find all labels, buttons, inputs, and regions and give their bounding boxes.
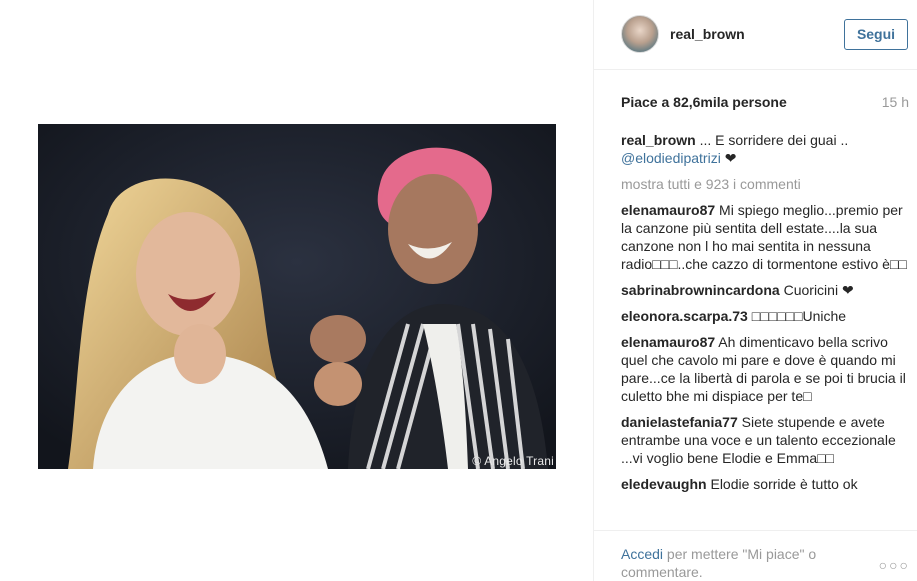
comment: elenamauro87 Ah dimenticavo bella scrivo… bbox=[621, 333, 909, 405]
photo-credit: © Angelo Trani bbox=[472, 454, 554, 468]
post-footer: Accedi per mettere "Mi piace" o commenta… bbox=[594, 530, 917, 581]
caption-text: ... E sorridere dei guai .. bbox=[695, 132, 849, 148]
comment-username[interactable]: elenamauro87 bbox=[621, 334, 715, 350]
likes-count[interactable]: Piace a 82,6mila persone bbox=[621, 94, 787, 110]
author-username[interactable]: real_brown bbox=[670, 26, 745, 42]
comment-list: real_brown ... E sorridere dei guai .. @e… bbox=[621, 131, 909, 526]
load-more-comments[interactable]: mostra tutti e 923 i commenti bbox=[621, 175, 909, 193]
caption-username[interactable]: real_brown bbox=[621, 132, 696, 148]
comment-username[interactable]: eleonora.scarpa.73 bbox=[621, 308, 748, 324]
likes-row: Piace a 82,6mila persone 15 h bbox=[621, 94, 909, 112]
post-sidebar: real_brown Segui Piace a 82,6mila person… bbox=[593, 0, 917, 581]
caption-mention[interactable]: @elodiedipatrizi bbox=[621, 150, 721, 166]
post-time[interactable]: 15 h bbox=[882, 94, 909, 110]
login-prompt: Accedi per mettere "Mi piace" o commenta… bbox=[621, 545, 861, 581]
comment: eleonora.scarpa.73 □□□□□□Uniche bbox=[621, 307, 909, 325]
caption-heart: ❤ bbox=[720, 150, 737, 166]
comment-username[interactable]: elenamauro87 bbox=[621, 202, 715, 218]
photo-illustration bbox=[38, 124, 556, 469]
caption: real_brown ... E sorridere dei guai .. @e… bbox=[621, 131, 909, 167]
comment-text: Elodie sorride è tutto ok bbox=[706, 476, 858, 492]
post-header: real_brown Segui bbox=[594, 0, 917, 70]
post-photo[interactable]: © Angelo Trani bbox=[38, 124, 556, 469]
more-options-icon[interactable]: ○○○ bbox=[879, 557, 910, 573]
comment-username[interactable]: eledevaughn bbox=[621, 476, 707, 492]
login-link[interactable]: Accedi bbox=[621, 546, 663, 562]
comment: elenamauro87 Mi spiego meglio...premio p… bbox=[621, 201, 909, 273]
follow-button[interactable]: Segui bbox=[844, 19, 908, 50]
comment-text: Cuoricini ❤ bbox=[779, 282, 854, 298]
avatar[interactable] bbox=[621, 15, 659, 53]
comment: sabrinabrownincardona Cuoricini ❤ bbox=[621, 281, 909, 299]
comment-username[interactable]: sabrinabrownincardona bbox=[621, 282, 780, 298]
comment-username[interactable]: danielastefania77 bbox=[621, 414, 738, 430]
media-pane: © Angelo Trani bbox=[0, 0, 593, 581]
comment: danielastefania77 Siete stupende e avete… bbox=[621, 413, 909, 467]
comment: eledevaughn Elodie sorride è tutto ok bbox=[621, 475, 909, 493]
comment-text: □□□□□□Uniche bbox=[747, 308, 847, 324]
